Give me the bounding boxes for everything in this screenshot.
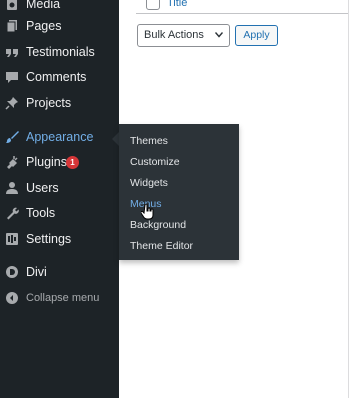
settings-icon xyxy=(5,232,19,246)
hand-cursor-icon xyxy=(141,204,154,220)
sidebar-item-label: Pages xyxy=(26,19,62,33)
sidebar-item-label: Collapse menu xyxy=(26,292,100,304)
title-column-header[interactable]: Title xyxy=(167,0,187,9)
sidebar-item-divi[interactable]: Divi xyxy=(0,260,119,284)
collapse-menu-button[interactable]: Collapse menu xyxy=(0,286,119,310)
sidebar-item-appearance[interactable]: Appearance xyxy=(0,125,119,149)
appearance-submenu: Themes Customize Widgets Menus Backgroun… xyxy=(119,124,239,260)
sidebar-item-label: Appearance xyxy=(26,130,94,144)
sidebar-item-projects[interactable]: Projects xyxy=(0,91,119,115)
sidebar-item-label: Tools xyxy=(26,206,56,220)
submenu-item-themes[interactable]: Themes xyxy=(130,135,168,147)
sidebar-item-label: Media xyxy=(26,0,61,11)
sidebar-item-label: Comments xyxy=(26,70,87,84)
sidebar-item-pages[interactable]: Pages xyxy=(0,14,119,38)
table-footer-divider xyxy=(136,13,349,14)
paintbrush-icon xyxy=(5,130,19,144)
submenu-item-background[interactable]: Background xyxy=(130,219,186,231)
sidebar-item-label: Divi xyxy=(26,265,47,279)
bulk-actions-select[interactable]: Bulk Actions xyxy=(137,24,230,47)
update-count-badge: 1 xyxy=(66,155,79,169)
submenu-item-theme-editor[interactable]: Theme Editor xyxy=(130,240,193,252)
collapse-icon xyxy=(5,291,19,305)
select-all-checkbox[interactable] xyxy=(146,0,160,10)
divi-icon xyxy=(5,265,19,279)
user-icon xyxy=(5,181,19,195)
admin-sidebar: Media Pages Testimonials Comments Projec xyxy=(0,0,119,398)
sidebar-item-label: Users xyxy=(26,181,59,195)
sidebar-item-tools[interactable]: Tools xyxy=(0,201,119,225)
plugin-icon xyxy=(5,155,19,169)
submenu-item-customize[interactable]: Customize xyxy=(130,156,180,168)
sidebar-item-testimonials[interactable]: Testimonials xyxy=(0,40,119,64)
sidebar-item-label: Testimonials xyxy=(26,45,95,59)
sidebar-item-users[interactable]: Users xyxy=(0,176,119,200)
media-icon xyxy=(5,0,19,11)
sidebar-item-comments[interactable]: Comments xyxy=(0,65,119,89)
flyout-pointer xyxy=(112,132,119,146)
bulk-actions-label: Bulk Actions xyxy=(144,29,204,41)
apply-button[interactable]: Apply xyxy=(235,25,278,46)
sidebar-item-plugins[interactable]: Plugins 1 xyxy=(0,150,119,174)
quote-icon xyxy=(5,45,19,59)
wp-admin-screen: Media Pages Testimonials Comments Projec xyxy=(0,0,349,398)
sidebar-item-label: Plugins xyxy=(26,155,67,169)
pages-icon xyxy=(5,19,19,33)
comment-icon xyxy=(5,70,19,84)
pin-icon xyxy=(5,96,19,110)
sidebar-item-label: Projects xyxy=(26,96,72,110)
chevron-down-icon xyxy=(215,32,223,38)
submenu-item-widgets[interactable]: Widgets xyxy=(130,177,168,189)
wrench-icon xyxy=(5,206,19,220)
sidebar-item-label: Settings xyxy=(26,232,72,246)
sidebar-item-settings[interactable]: Settings xyxy=(0,227,119,251)
